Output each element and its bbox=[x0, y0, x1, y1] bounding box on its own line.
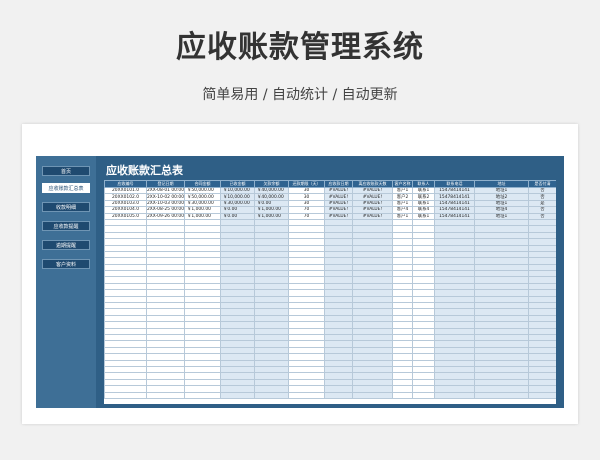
column-header[interactable]: 客户名称 bbox=[392, 180, 413, 188]
sidebar-item-payment-details[interactable]: 收款明细 bbox=[42, 202, 90, 212]
column-header[interactable]: 合同金额 bbox=[184, 180, 221, 188]
empty-cell[interactable] bbox=[324, 391, 353, 399]
table-cell[interactable]: 2XX-09-26 00:00 bbox=[146, 212, 185, 220]
sidebar-item-customer-info[interactable]: 客户资料 bbox=[42, 259, 90, 269]
table-cell[interactable]: 15478414141 bbox=[434, 212, 475, 220]
column-header[interactable]: 应收编号 bbox=[104, 180, 147, 188]
column-header[interactable]: 联系电话 bbox=[434, 180, 475, 188]
table-cell[interactable]: 2XX-10-02 00:00 bbox=[146, 193, 185, 201]
column-header[interactable]: 联系人 bbox=[412, 180, 435, 188]
spreadsheet-window: 首页 应收账款汇总表 收款明细 应收款提醒 逾期提醒 客户资料 应收账款汇总表 … bbox=[36, 156, 564, 408]
table-cell[interactable]: 15478414141 bbox=[434, 206, 475, 214]
table-body: 20XX0101.0 2XX-08-01 00:00 ￥50,000.00 ￥10,0… bbox=[104, 186, 556, 399]
table-cell[interactable]: 2XX-08-25 00:00 bbox=[146, 206, 185, 214]
empty-cell[interactable] bbox=[184, 391, 221, 399]
sidebar: 首页 应收账款汇总表 收款明细 应收款提醒 逾期提醒 客户资料 bbox=[36, 156, 96, 408]
sidebar-item-overdue-reminder[interactable]: 逾期提醒 bbox=[42, 240, 90, 250]
column-header[interactable]: 还款期限（天） bbox=[288, 180, 325, 188]
sidebar-item-home[interactable]: 首页 bbox=[42, 166, 90, 176]
column-header[interactable]: 应收款日期 bbox=[324, 180, 353, 188]
empty-cell[interactable] bbox=[288, 391, 325, 399]
empty-row[interactable] bbox=[104, 391, 556, 399]
table-cell[interactable]: ￥10,000.00 bbox=[220, 186, 255, 195]
table-cell[interactable]: ￥40,000.00 bbox=[254, 186, 289, 195]
column-header[interactable]: 离应收账款天数 bbox=[352, 180, 393, 188]
page-subtitle: 简单易用 / 自动统计 / 自动更新 bbox=[202, 87, 398, 103]
empty-cell[interactable] bbox=[528, 391, 556, 399]
sidebar-item-receivable-reminder[interactable]: 应收款提醒 bbox=[42, 221, 90, 231]
table-cell[interactable]: 2XX-08-01 00:00 bbox=[146, 186, 185, 195]
table-cell[interactable]: 15478414141 bbox=[434, 193, 475, 201]
table-cell[interactable]: 2XX-10-03 00:00 bbox=[146, 199, 185, 208]
column-header[interactable]: 地址 bbox=[474, 180, 529, 188]
table-cell[interactable]: ￥40,000.00 bbox=[254, 193, 289, 201]
sheet-title: 应收账款汇总表 bbox=[106, 164, 183, 177]
empty-cell[interactable] bbox=[254, 391, 289, 399]
table-cell[interactable]: 15478414141 bbox=[434, 186, 475, 195]
empty-cell[interactable] bbox=[392, 391, 413, 399]
column-header[interactable]: 登记日期 bbox=[146, 180, 185, 188]
table-cell[interactable]: ￥10,000.00 bbox=[220, 193, 255, 201]
receivables-table: 应收编号 登记日期 合同金额 已收金额 欠款余额 还款期限（天） 应收款日期 离应收账款天数客… bbox=[104, 180, 556, 399]
empty-cell[interactable] bbox=[146, 391, 185, 399]
empty-cell[interactable] bbox=[352, 391, 393, 399]
column-header[interactable]: 是否付清 bbox=[528, 180, 556, 188]
page-title: 应收账款管理系统 bbox=[176, 30, 424, 65]
column-header[interactable]: 欠款余额 bbox=[254, 180, 289, 188]
data-grid: 应收编号 登记日期 合同金额 已收金额 欠款余额 还款期限（天） 应收款日期 离应收账款天数客… bbox=[104, 180, 556, 404]
sheet-main: 应收账款汇总表 应收编号 登记日期 合同金额 已收金额 欠款余额 还款期限（天） 应收款日期… bbox=[100, 156, 562, 406]
empty-cell[interactable] bbox=[474, 391, 529, 399]
empty-cell[interactable] bbox=[220, 391, 255, 399]
empty-cell[interactable] bbox=[412, 391, 435, 399]
table-cell[interactable]: ￥30,000.00 bbox=[220, 199, 255, 208]
sidebar-item-receivables-summary[interactable]: 应收账款汇总表 bbox=[42, 183, 90, 193]
empty-cell[interactable] bbox=[434, 391, 475, 399]
empty-cell[interactable] bbox=[104, 391, 147, 399]
table-cell[interactable]: 15478414141 bbox=[434, 199, 475, 208]
column-header[interactable]: 已收金额 bbox=[220, 180, 255, 188]
table-header-row: 应收编号 登记日期 合同金额 已收金额 欠款余额 还款期限（天） 应收款日期 离应收账款天数客… bbox=[104, 180, 556, 188]
